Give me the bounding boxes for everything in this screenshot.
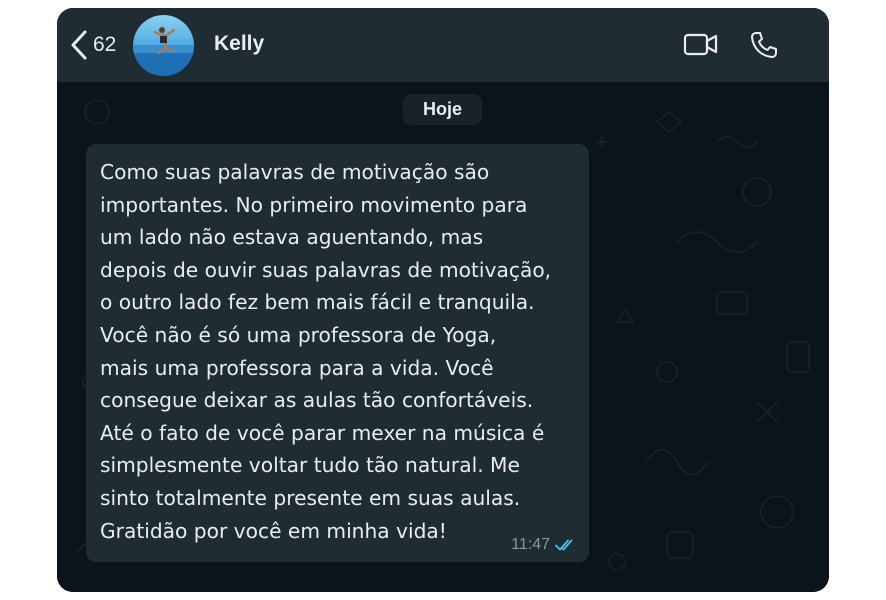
chat-header: 62 Kelly — [57, 8, 829, 82]
message-meta: 11:47 — [511, 536, 577, 554]
double-check-icon — [555, 539, 573, 551]
chat-window: 62 Kelly Hoje Como suas palavras de moti… — [57, 8, 829, 592]
incoming-message-bubble[interactable]: Como suas palavras de motivação são impo… — [86, 144, 589, 562]
message-text: Como suas palavras de motivação são impo… — [100, 160, 552, 543]
contact-name[interactable]: Kelly — [214, 32, 264, 56]
avatar-photo — [133, 15, 194, 76]
video-camera-icon — [683, 33, 718, 56]
unread-count: 62 — [93, 33, 117, 56]
date-separator: Hoje — [403, 94, 482, 125]
phone-icon — [751, 32, 777, 58]
voice-call-button[interactable] — [749, 30, 779, 65]
back-button[interactable]: 62 — [69, 28, 116, 62]
video-call-button[interactable] — [683, 30, 719, 63]
avatar[interactable] — [133, 15, 194, 76]
chat-area[interactable]: Hoje Como suas palavras de motivação são… — [57, 82, 829, 592]
chevron-left-icon — [71, 30, 87, 60]
message-time: 11:47 — [511, 536, 550, 553]
